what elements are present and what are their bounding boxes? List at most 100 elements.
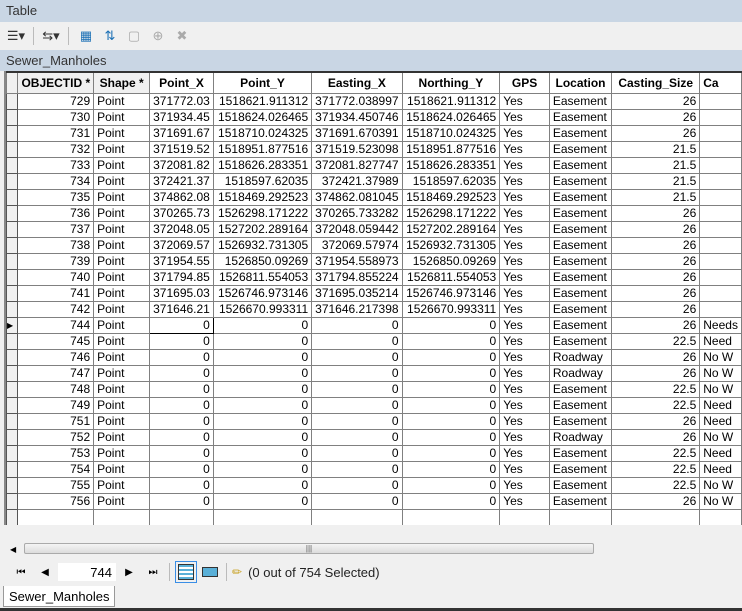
table-row[interactable]: 748 Point 0 0 0 0 Yes Easement 22.5 No W [6,380,742,398]
table-cell[interactable] [699,300,742,318]
table-cell[interactable]: 0 [401,396,501,414]
table-cell[interactable]: Yes [499,188,550,206]
table-cell[interactable]: Yes [499,444,550,462]
table-cell[interactable]: Yes [499,204,550,222]
table-cell[interactable]: 749 [17,396,95,414]
table-cell[interactable]: 22.5 [611,460,701,478]
row-selector[interactable] [6,300,19,318]
table-cell[interactable]: 0 [311,316,403,334]
table-cell[interactable]: 371772.03 [149,92,214,110]
table-cell[interactable]: 372048.059442 [311,220,403,238]
table-cell[interactable]: Yes [499,268,550,286]
table-cell[interactable]: Easement [548,220,613,238]
table-cell[interactable]: 733 [17,156,95,174]
row-selector[interactable] [6,364,19,382]
table-cell[interactable]: Point [93,300,151,318]
table-cell[interactable]: 26 [611,220,701,238]
column-header[interactable]: Casting_Size [611,71,701,94]
table-cell[interactable]: 1526932.731305 [401,236,501,254]
table-cell[interactable]: 0 [401,364,501,382]
table-cell[interactable]: Point [93,396,151,414]
table-cell[interactable]: 0 [149,444,214,462]
table-cell[interactable]: Easement [548,172,613,190]
table-cell[interactable]: 745 [17,332,95,350]
table-cell[interactable] [699,268,742,286]
table-cell[interactable]: 0 [401,316,501,334]
column-header[interactable]: Ca [699,71,742,94]
table-cell[interactable]: 0 [401,476,501,494]
table-row[interactable]: 746 Point 0 0 0 0 Yes Roadway 26 No W [6,348,742,366]
horizontal-scrollbar[interactable]: ◀ ||| [6,541,742,557]
table-cell[interactable] [699,108,742,126]
empty-cell[interactable] [401,508,501,526]
table-cell[interactable]: 26 [611,284,701,302]
table-cell[interactable]: 1518710.024325 [401,124,501,142]
column-header[interactable]: Point_X [149,71,214,94]
table-cell[interactable]: 370265.73 [149,204,214,222]
new-row[interactable] [6,508,742,526]
table-cell[interactable]: 371691.67 [149,124,214,142]
table-cell[interactable] [699,140,742,158]
table-cell[interactable]: 752 [17,428,95,446]
row-selector[interactable] [6,92,19,110]
table-cell[interactable]: 756 [17,492,95,510]
table-row[interactable]: 739 Point 371954.55 1526850.09269 371954.558… [6,252,742,270]
table-cell[interactable]: Easement [548,140,613,158]
table-cell[interactable]: 0 [149,428,214,446]
table-cell[interactable]: Yes [499,492,550,510]
table-cell[interactable]: 738 [17,236,95,254]
table-cell[interactable]: Point [93,124,151,142]
table-cell[interactable]: 0 [212,412,313,430]
table-cell[interactable]: Need [699,332,742,350]
table-cell[interactable]: 22.5 [611,380,701,398]
column-header[interactable]: GPS [499,71,550,94]
table-cell[interactable]: 26 [611,124,701,142]
table-cell[interactable]: 22.5 [611,444,701,462]
table-cell[interactable]: 1526298.171222 [401,204,501,222]
table-cell[interactable]: 371519.523098 [311,140,403,158]
table-cell[interactable]: 741 [17,284,95,302]
table-cell[interactable]: 371691.670391 [311,124,403,142]
table-cell[interactable]: Yes [499,236,550,254]
table-cell[interactable]: Easement [548,92,613,110]
table-cell[interactable]: 370265.733282 [311,204,403,222]
table-cell[interactable]: 374862.081045 [311,188,403,206]
table-cell[interactable]: No W [699,348,742,366]
table-cell[interactable]: Easement [548,188,613,206]
column-header[interactable]: Location [548,71,613,94]
table-cell[interactable]: 1518710.024325 [212,124,313,142]
table-cell[interactable]: Yes [499,316,550,334]
table-cell[interactable]: 0 [401,332,501,350]
table-cell[interactable]: 26 [611,300,701,318]
table-cell[interactable]: Yes [499,476,550,494]
empty-cell[interactable] [93,508,151,526]
table-cell[interactable]: 1518624.026465 [212,108,313,126]
table-row[interactable]: 747 Point 0 0 0 0 Yes Roadway 26 No W [6,364,742,382]
table-cell[interactable]: 0 [311,364,403,382]
table-cell[interactable]: 0 [311,428,403,446]
table-cell[interactable]: 26 [611,316,701,334]
table-cell[interactable]: 0 [212,348,313,366]
table-cell[interactable]: No W [699,476,742,494]
table-cell[interactable] [699,188,742,206]
table-cell[interactable]: Point [93,252,151,270]
table-cell[interactable]: 26 [611,348,701,366]
table-cell[interactable]: Yes [499,396,550,414]
row-selector[interactable] [6,460,19,478]
table-cell[interactable]: 0 [311,396,403,414]
column-header[interactable]: Shape * [93,71,151,94]
empty-cell[interactable] [149,508,214,526]
table-cell[interactable]: 1526746.973146 [401,284,501,302]
row-selector[interactable] [6,108,19,126]
table-cell[interactable]: 0 [149,316,214,334]
table-cell[interactable]: 753 [17,444,95,462]
table-cell[interactable]: 0 [149,380,214,398]
table-cell[interactable]: Yes [499,92,550,110]
table-cell[interactable]: 372048.05 [149,220,214,238]
scrollbar-thumb[interactable]: ||| [24,543,594,554]
table-cell[interactable]: Point [93,348,151,366]
table-row[interactable]: 749 Point 0 0 0 0 Yes Easement 22.5 Need [6,396,742,414]
table-cell[interactable]: 751 [17,412,95,430]
row-selector[interactable] [6,172,19,190]
empty-cell[interactable] [499,508,550,526]
